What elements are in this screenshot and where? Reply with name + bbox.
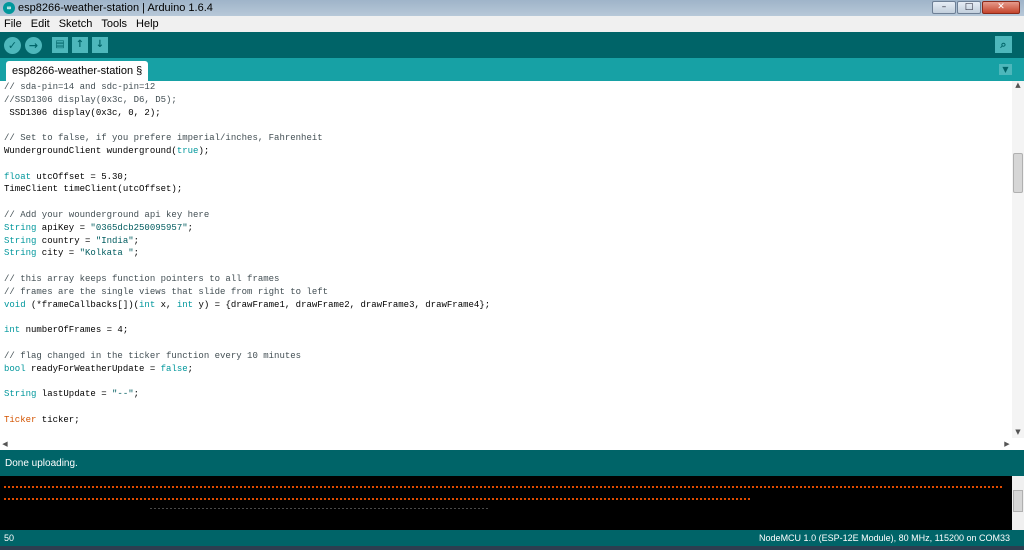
code-line[interactable]: SSD1306 display(0x3c, 0, 2); [4,107,1004,120]
console-output[interactable] [0,476,1024,530]
menu-tools[interactable]: Tools [97,18,132,30]
tab-sketch[interactable]: esp8266-weather-station § [6,61,149,81]
code-line[interactable]: void (*frameCallbacks[])(int x, int y) =… [4,299,1004,312]
menu-bar: File Edit Sketch Tools Help [0,16,1024,32]
window-title: esp8266-weather-station | Arduino 1.6.4 [18,2,213,14]
magnifier-icon: ⌕ [1000,38,1007,51]
tab-bar: esp8266-weather-station § ▼ [0,58,1024,81]
serial-monitor-button[interactable]: ⌕ [995,36,1012,53]
arrow-up-icon: ↑ [75,39,85,50]
save-sketch-button[interactable]: ↓ [92,37,108,53]
code-line[interactable]: // flag changed in the ticker function e… [4,350,1004,363]
status-message: Done uploading. [5,458,78,469]
menu-file[interactable]: File [0,18,27,30]
code-line[interactable] [4,337,1004,350]
code-line[interactable]: //SSD1306 display(0x3c, D6, D5); [4,94,1004,107]
upload-button[interactable]: → [25,36,42,54]
scroll-left-icon[interactable]: ◀ [0,438,10,450]
menu-help[interactable]: Help [132,18,164,30]
scroll-down-icon[interactable]: ▼ [1012,428,1024,438]
code-area[interactable]: // sda-pin=14 and sdc-pin=12//SSD1306 di… [4,81,1004,427]
code-line[interactable] [4,196,1004,209]
status-bar: Done uploading. [0,450,1024,476]
code-line[interactable]: TimeClient timeClient(utcOffset); [4,183,1004,196]
code-line[interactable] [4,119,1004,132]
code-line[interactable] [4,375,1004,388]
arduino-logo-icon: ∞ [3,2,15,14]
code-line[interactable]: // this array keeps function pointers to… [4,273,1004,286]
code-line[interactable]: // sda-pin=14 and sdc-pin=12 [4,81,1004,94]
console-scrollbar[interactable] [1012,476,1024,530]
checkmark-icon: ✓ [7,38,18,52]
close-button[interactable]: ✕ [982,1,1020,14]
code-line[interactable]: String city = "Kolkata "; [4,247,1004,260]
editor-horizontal-scrollbar[interactable]: ◀ ▶ [0,438,1012,450]
chevron-down-icon: ▼ [1002,65,1009,74]
arrow-right-icon: → [28,38,39,52]
code-line[interactable]: bool readyForWeatherUpdate = false; [4,363,1004,376]
menu-edit[interactable]: Edit [27,18,55,30]
window-controls: – □ ✕ [932,1,1020,14]
toolbar: ✓ → ▤ ↑ ↓ ⌕ [0,32,1024,58]
code-editor[interactable]: // sda-pin=14 and sdc-pin=12//SSD1306 di… [0,81,1024,450]
tab-menu-button[interactable]: ▼ [999,64,1012,75]
code-line[interactable]: // Set to false, if you prefere imperial… [4,132,1004,145]
new-file-icon: ▤ [55,39,65,50]
maximize-button[interactable]: □ [957,1,981,14]
code-line[interactable]: String apiKey = "0365dcb250095957"; [4,222,1004,235]
code-line[interactable]: Ticker ticker; [4,414,1004,427]
code-line[interactable] [4,260,1004,273]
scroll-thumb[interactable] [1013,153,1023,193]
scroll-up-icon[interactable]: ▲ [1012,81,1024,91]
code-line[interactable] [4,401,1004,414]
verify-button[interactable]: ✓ [4,36,21,54]
code-line[interactable]: String lastUpdate = "--"; [4,388,1004,401]
minimize-button[interactable]: – [932,1,956,14]
console-faded-text [150,508,490,509]
cursor-line-number: 50 [4,533,15,543]
editor-vertical-scrollbar[interactable]: ▲ ▼ [1012,81,1024,438]
code-line[interactable]: // frames are the single views that slid… [4,286,1004,299]
board-info: NodeMCU 1.0 (ESP-12E Module), 80 MHz, 11… [759,533,1010,543]
os-taskbar [0,546,1024,550]
upload-progress-line [4,486,1002,488]
menu-sketch[interactable]: Sketch [55,18,98,30]
open-sketch-button[interactable]: ↑ [72,37,88,53]
code-line[interactable]: String country = "India"; [4,235,1004,248]
new-sketch-button[interactable]: ▤ [52,37,68,53]
title-bar: ∞ esp8266-weather-station | Arduino 1.6.… [0,0,1024,16]
code-line[interactable]: // Add your wounderground api key here [4,209,1004,222]
code-line[interactable] [4,158,1004,171]
arrow-down-icon: ↓ [95,39,105,50]
code-line[interactable]: float utcOffset = 5.30; [4,171,1004,184]
code-line[interactable]: WundergroundClient wunderground(true); [4,145,1004,158]
console-scroll-thumb[interactable] [1013,490,1023,512]
footer-bar: 50 NodeMCU 1.0 (ESP-12E Module), 80 MHz,… [0,530,1024,546]
upload-progress-line [4,498,752,500]
code-line[interactable]: int numberOfFrames = 4; [4,324,1004,337]
code-line[interactable] [4,311,1004,324]
scroll-right-icon[interactable]: ▶ [1002,438,1012,450]
